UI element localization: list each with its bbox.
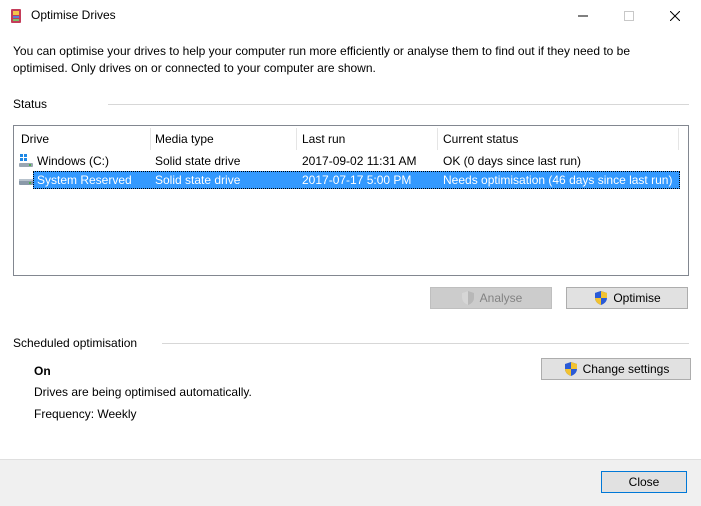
drive-media-type: Solid state drive bbox=[155, 173, 241, 187]
table-row[interactable]: Windows (C:) Solid state drive 2017-09-0… bbox=[14, 152, 688, 170]
uac-shield-icon bbox=[595, 291, 608, 305]
column-header-media-type[interactable]: Media type bbox=[148, 126, 296, 152]
drive-name: Windows (C:) bbox=[37, 154, 110, 168]
column-header-drive[interactable]: Drive bbox=[14, 126, 150, 152]
analyse-button[interactable]: Analyse bbox=[430, 287, 552, 309]
schedule-frequency: Frequency: Weekly bbox=[34, 407, 137, 421]
status-separator bbox=[108, 104, 689, 105]
drive-current-status: OK (0 days since last run) bbox=[443, 154, 582, 168]
table-row-selected[interactable]: System Reserved Solid state drive 2017-0… bbox=[14, 171, 688, 189]
uac-shield-icon bbox=[461, 291, 474, 305]
drive-last-run: 2017-09-02 11:31 AM bbox=[302, 154, 417, 168]
close-button[interactable]: Close bbox=[601, 471, 687, 493]
change-settings-button[interactable]: Change settings bbox=[541, 358, 691, 380]
minimize-button[interactable] bbox=[560, 0, 606, 31]
minimize-icon bbox=[578, 15, 588, 16]
drive-list[interactable]: Drive Media type Last run Current status… bbox=[13, 125, 689, 276]
drive-current-status: Needs optimisation (46 days since last r… bbox=[443, 173, 673, 187]
column-header-current-status[interactable]: Current status bbox=[436, 126, 678, 152]
uac-shield-icon bbox=[564, 362, 577, 376]
scheduled-separator bbox=[162, 343, 689, 344]
optimise-label: Optimise bbox=[613, 291, 661, 305]
scheduled-section-label: Scheduled optimisation bbox=[13, 336, 138, 350]
change-settings-label: Change settings bbox=[582, 362, 670, 376]
optimise-drives-app-icon bbox=[11, 9, 21, 23]
windows-drive-icon bbox=[19, 154, 33, 167]
description-text: You can optimise your drives to help you… bbox=[13, 44, 631, 75]
analyse-label: Analyse bbox=[479, 291, 523, 305]
schedule-state: On bbox=[34, 364, 51, 378]
column-header-last-run[interactable]: Last run bbox=[295, 126, 437, 152]
optimise-button[interactable]: Optimise bbox=[566, 287, 688, 309]
schedule-description: Drives are being optimised automatically… bbox=[34, 385, 252, 399]
drive-last-run: 2017-07-17 5:00 PM bbox=[302, 173, 412, 187]
window-close-button[interactable] bbox=[652, 0, 698, 31]
status-section-label: Status bbox=[13, 97, 48, 111]
window-title: Optimise Drives bbox=[31, 8, 116, 22]
close-icon bbox=[670, 10, 680, 21]
dialog-footer bbox=[0, 459, 701, 506]
column-divider[interactable] bbox=[678, 128, 679, 150]
maximize-button[interactable] bbox=[606, 0, 652, 31]
drive-icon bbox=[19, 179, 33, 185]
title-bar: Optimise Drives bbox=[0, 0, 701, 31]
drive-media-type: Solid state drive bbox=[155, 154, 241, 168]
drive-name: System Reserved bbox=[37, 173, 132, 187]
maximize-icon bbox=[624, 10, 634, 21]
close-label: Close bbox=[628, 475, 660, 489]
